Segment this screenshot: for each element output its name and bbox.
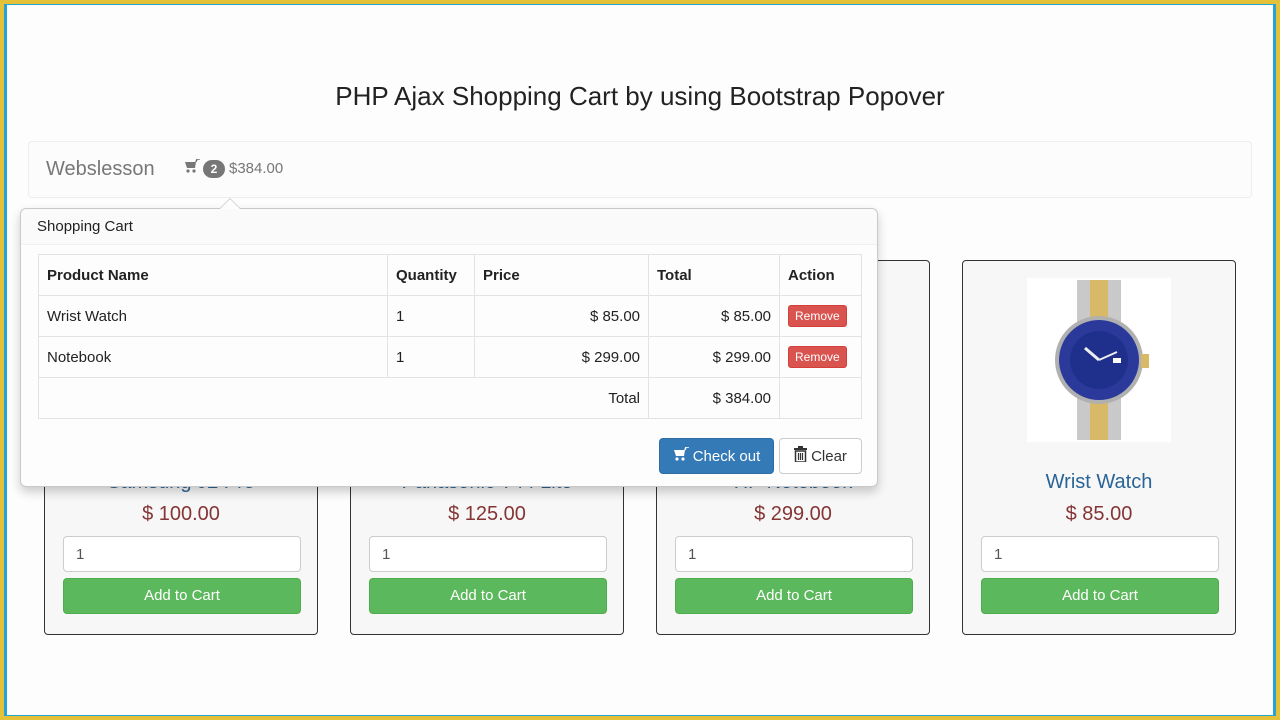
navbar-brand[interactable]: Webslesson [46,158,155,181]
total-value: $ 384.00 [648,377,780,419]
product-price: $ 100.00 [142,503,220,525]
popover-title: Shopping Cart [21,209,877,245]
cell-quantity: 1 [387,295,475,337]
add-to-cart-button[interactable]: Add to Cart [675,578,913,614]
quantity-input[interactable] [981,536,1219,572]
cell-price: $ 85.00 [474,295,649,337]
cell-total: $ 299.00 [648,336,780,378]
table-total-row: Total $ 384.00 [38,377,862,419]
empty-cell [779,377,862,419]
page: PHP Ajax Shopping Cart by using Bootstra… [7,5,1273,715]
cell-total: $ 85.00 [648,295,780,337]
table-row: Wrist Watch 1 $ 85.00 $ 85.00 Remove [38,295,862,337]
cell-action: Remove [779,336,862,378]
column-header-product-name: Product Name [38,254,388,296]
shopping-cart-icon [184,158,203,178]
clear-cart-button[interactable]: Clear [779,438,862,474]
column-header-action: Action [779,254,862,296]
navbar: Webslesson 2 $384.00 [28,141,1252,198]
cart-count-badge: 2 [203,159,225,178]
column-header-quantity: Quantity [387,254,475,296]
product-price: $ 125.00 [448,503,526,525]
product-price: $ 299.00 [754,503,832,525]
watch-icon [1055,280,1149,440]
screen-frame: PHP Ajax Shopping Cart by using Bootstra… [4,4,1276,716]
checkout-label: Check out [692,447,761,465]
product-price: $ 85.00 [1065,503,1133,525]
clear-label: Clear [811,447,847,465]
wrist-watch-image [1027,278,1171,442]
product-name: Wrist Watch [1045,471,1153,493]
column-header-price: Price [474,254,649,296]
cart-popover-toggle[interactable]: 2 $384.00 [184,158,284,178]
add-to-cart-button[interactable]: Add to Cart [981,578,1219,614]
quantity-input[interactable] [63,536,301,572]
cart-table: Product Name Quantity Price Total Action… [38,254,862,419]
column-header-total: Total [648,254,780,296]
quantity-input[interactable] [369,536,607,572]
remove-button[interactable]: Remove [788,305,847,327]
page-title: PHP Ajax Shopping Cart by using Bootstra… [335,81,945,111]
checkout-button[interactable]: Check out [659,438,774,474]
add-to-cart-button[interactable]: Add to Cart [369,578,607,614]
cell-action: Remove [779,295,862,337]
trash-icon [794,446,811,466]
add-to-cart-button[interactable]: Add to Cart [63,578,301,614]
shopping-cart-popover: Shopping Cart Product Name Quantity Pric… [20,198,878,487]
total-label: Total [38,377,649,419]
table-row: Notebook 1 $ 299.00 $ 299.00 Remove [38,336,862,378]
cell-quantity: 1 [387,336,475,378]
cell-product-name: Wrist Watch [38,295,388,337]
cell-price: $ 299.00 [474,336,649,378]
table-header-row: Product Name Quantity Price Total Action [38,254,862,296]
remove-button[interactable]: Remove [788,346,847,368]
quantity-input[interactable] [675,536,913,572]
popover-arrow [219,198,241,209]
cell-product-name: Notebook [38,336,388,378]
shopping-cart-icon [673,445,693,466]
product-card: Wrist Watch $ 85.00 Add to Cart [962,260,1236,635]
cart-total: $384.00 [229,160,284,177]
